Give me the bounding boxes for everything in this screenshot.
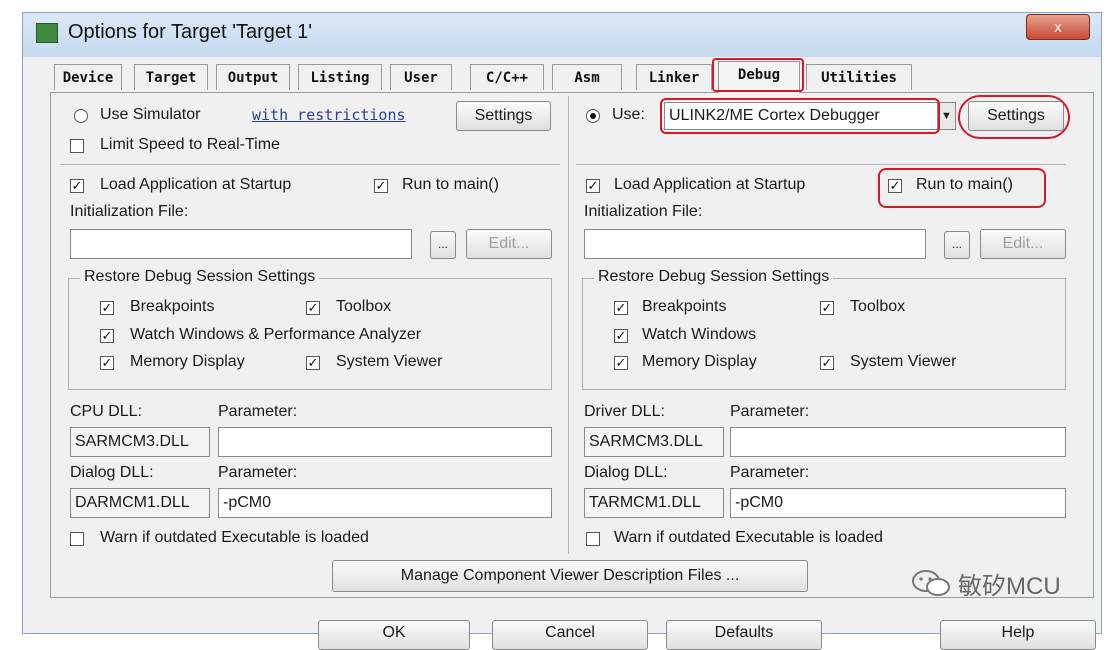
app-icon (36, 23, 58, 43)
debugger-highlight (660, 98, 940, 134)
memory-display-checkbox[interactable]: ✓ (100, 356, 114, 370)
run-to-main-label: Run to main() (402, 176, 499, 193)
watch-windows-label: Watch Windows & Performance Analyzer (130, 326, 422, 343)
watch-windows-checkbox[interactable]: ✓ (100, 329, 114, 343)
right-browse-button[interactable]: ... (944, 231, 970, 259)
breakpoints-label: Breakpoints (130, 298, 215, 315)
system-viewer-checkbox[interactable]: ✓ (306, 356, 320, 370)
right-dialog-param-field[interactable]: -pCM0 (730, 488, 1066, 518)
right-dialog-dll-label: Dialog DLL: (584, 464, 668, 481)
ok-button[interactable]: OK (318, 620, 470, 650)
cancel-button[interactable]: Cancel (492, 620, 648, 650)
right-init-file-input[interactable] (584, 229, 926, 259)
right-memory-display-label: Memory Display (642, 353, 757, 370)
dialog-dll-field[interactable]: DARMCM1.DLL (70, 488, 210, 518)
init-file-input[interactable] (70, 229, 412, 259)
right-init-file-label: Initialization File: (584, 203, 703, 220)
cpu-dll-label: CPU DLL: (70, 403, 143, 420)
debug-tab-highlight (712, 58, 804, 92)
warn-outdated-checkbox[interactable] (70, 532, 84, 546)
restrictions-link[interactable]: with restrictions (252, 106, 406, 124)
help-button[interactable]: Help (940, 620, 1096, 650)
manage-component-viewer-button[interactable]: Manage Component Viewer Description File… (332, 560, 808, 592)
right-watch-windows-checkbox[interactable]: ✓ (614, 329, 628, 343)
toolbox-checkbox[interactable]: ✓ (306, 301, 320, 315)
restore-group-title: Restore Debug Session Settings (80, 268, 320, 286)
right-edit-button[interactable]: Edit... (980, 229, 1066, 259)
cpu-dll-field[interactable]: SARMCM3.DLL (70, 427, 210, 457)
use-label: Use: (612, 106, 645, 123)
toolbox-label: Toolbox (336, 298, 392, 315)
tab-utilities[interactable]: Utilities (806, 64, 912, 90)
right-toolbox-label: Toolbox (850, 298, 906, 315)
column-separator (568, 96, 569, 554)
tab-output[interactable]: Output (216, 64, 290, 90)
load-app-checkbox[interactable]: ✓ (70, 179, 84, 193)
right-load-app-label: Load Application at Startup (614, 176, 806, 193)
run-to-main-highlight (878, 168, 1046, 208)
limit-speed-checkbox[interactable] (70, 139, 84, 153)
defaults-button[interactable]: Defaults (666, 620, 822, 650)
simulator-settings-button[interactable]: Settings (456, 101, 551, 131)
use-simulator-radio[interactable] (74, 109, 88, 123)
right-warn-outdated-label: Warn if outdated Executable is loaded (614, 529, 883, 546)
wechat-icon (910, 568, 954, 598)
right-watch-windows-label: Watch Windows (642, 326, 757, 343)
use-debugger-radio[interactable] (586, 109, 600, 123)
right-divider (576, 164, 1066, 165)
right-toolbox-checkbox[interactable]: ✓ (820, 301, 834, 315)
right-warn-outdated-checkbox[interactable] (586, 532, 600, 546)
tab-linker[interactable]: Linker (636, 64, 712, 90)
init-file-label: Initialization File: (70, 203, 189, 220)
right-memory-display-checkbox[interactable]: ✓ (614, 356, 628, 370)
window-title: Options for Target 'Target 1' (68, 21, 313, 43)
tab-target[interactable]: Target (134, 64, 208, 90)
right-dialog-dll-field[interactable]: TARMCM1.DLL (584, 488, 724, 518)
memory-display-label: Memory Display (130, 353, 245, 370)
dialog-dll-label: Dialog DLL: (70, 464, 154, 481)
right-breakpoints-label: Breakpoints (642, 298, 727, 315)
edit-button[interactable]: Edit... (466, 229, 552, 259)
load-app-label: Load Application at Startup (100, 176, 292, 193)
driver-dll-field[interactable]: SARMCM3.DLL (584, 427, 724, 457)
watermark-text: 敏矽MCU (958, 573, 1061, 600)
driver-dll-label: Driver DLL: (584, 403, 665, 420)
tab-cpp[interactable]: C/C++ (470, 64, 544, 90)
tab-listing[interactable]: Listing (298, 64, 382, 90)
breakpoints-checkbox[interactable]: ✓ (100, 301, 114, 315)
dialog-param-label: Parameter: (218, 464, 298, 481)
right-dialog-param-label: Parameter: (730, 464, 810, 481)
close-button[interactable]: x (1026, 14, 1090, 40)
warn-outdated-label: Warn if outdated Executable is loaded (100, 529, 369, 546)
tab-asm[interactable]: Asm (552, 64, 622, 90)
system-viewer-label: System Viewer (336, 353, 443, 370)
tab-device[interactable]: Device (54, 64, 122, 90)
settings-highlight (958, 95, 1070, 139)
right-system-viewer-checkbox[interactable]: ✓ (820, 356, 834, 370)
driver-param-field[interactable] (730, 427, 1066, 457)
limit-speed-label: Limit Speed to Real-Time (100, 136, 280, 153)
cpu-param-field[interactable] (218, 427, 552, 457)
tab-user[interactable]: User (390, 64, 452, 90)
right-breakpoints-checkbox[interactable]: ✓ (614, 301, 628, 315)
driver-param-label: Parameter: (730, 403, 810, 420)
right-restore-group-title: Restore Debug Session Settings (594, 268, 834, 286)
cpu-param-label: Parameter: (218, 403, 298, 420)
left-divider (60, 164, 560, 165)
browse-button[interactable]: ... (430, 231, 456, 259)
run-to-main-checkbox[interactable]: ✓ (374, 179, 388, 193)
dialog-param-field[interactable]: -pCM0 (218, 488, 552, 518)
use-simulator-label: Use Simulator (100, 106, 201, 123)
right-system-viewer-label: System Viewer (850, 353, 957, 370)
right-load-app-checkbox[interactable]: ✓ (586, 179, 600, 193)
